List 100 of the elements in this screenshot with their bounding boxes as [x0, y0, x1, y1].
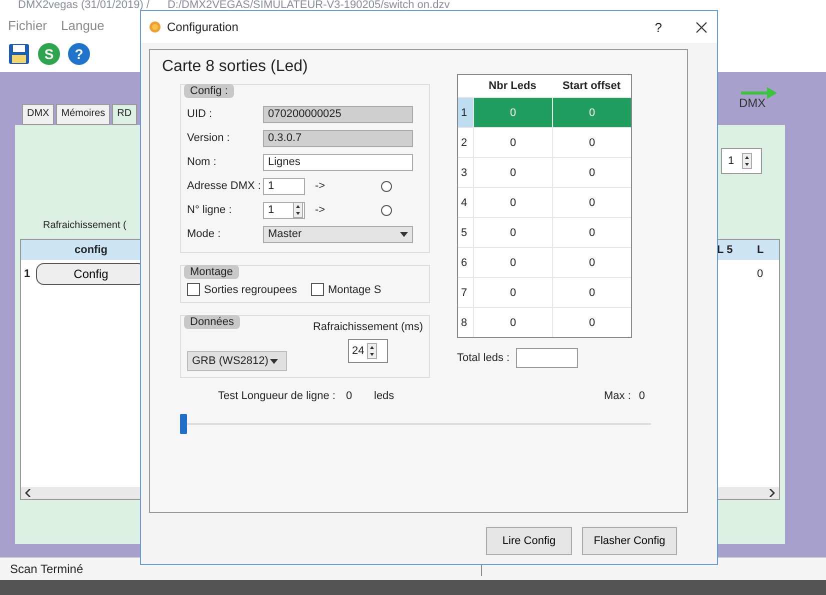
table-cell: 0 — [473, 158, 552, 187]
card-heading: Carte 8 sorties (Led) — [162, 58, 309, 76]
table-row[interactable]: 8 0 0 — [458, 307, 631, 337]
test-label: Test Longueur de ligne : — [218, 390, 336, 402]
readonly-field: 0.3.0.7 — [263, 130, 413, 146]
table-cell: 0 — [552, 308, 631, 337]
table-cell: 0 — [473, 218, 552, 247]
table-row[interactable]: 6 0 0 — [458, 247, 631, 277]
test-value: 0 — [346, 390, 354, 402]
menu-item[interactable]: Langue — [61, 18, 104, 32]
field-label: Nom : — [187, 156, 218, 168]
table-row[interactable]: 1 0 0 — [458, 97, 631, 127]
table-row[interactable]: 5 0 0 — [458, 217, 631, 247]
field-label: Mode : — [187, 228, 222, 240]
column-header: Start offset — [561, 80, 622, 92]
table-cell: 0 — [473, 278, 552, 307]
caret-icon — [400, 232, 408, 236]
row-number: 1 — [458, 98, 473, 127]
refresh-label: Rafraichissement ( — [42, 220, 128, 231]
arrow-text: -> — [315, 204, 326, 216]
help-button[interactable]: ? — [654, 20, 662, 34]
table-row[interactable]: 7 0 0 — [458, 277, 631, 307]
column-header: Nbr Leds — [488, 80, 538, 92]
tab[interactable]: Mémoires — [56, 104, 110, 125]
tab[interactable]: RD — [112, 104, 137, 125]
dialog-button[interactable]: Lire Config — [486, 527, 572, 555]
status-text: Scan Terminé — [10, 562, 84, 576]
spin-box[interactable]: 1 — [263, 202, 305, 218]
total-input[interactable] — [516, 348, 578, 368]
checkbox[interactable] — [310, 283, 324, 296]
max-value: 0 — [638, 390, 646, 402]
field-label: Adresse DMX : — [187, 180, 262, 192]
radio-button[interactable] — [381, 204, 392, 216]
checkbox-label: Montage S — [328, 284, 382, 296]
row-number: 7 — [460, 286, 468, 300]
slider-thumb[interactable] — [180, 414, 187, 434]
row-number: 1 — [23, 268, 32, 280]
close-icon[interactable] — [696, 22, 707, 32]
dialog-button[interactable]: Flasher Config — [582, 527, 677, 555]
checkbox[interactable] — [187, 283, 200, 296]
column-header: config — [74, 244, 108, 256]
table-cell: 0 — [473, 308, 552, 337]
table-cell: 0 — [552, 248, 631, 277]
max-label: Max : — [604, 390, 631, 402]
spin-box[interactable]: 24 — [348, 339, 388, 363]
mode-dropdown[interactable]: Master — [263, 226, 413, 242]
radio-button[interactable] — [381, 180, 392, 192]
scroll-right-icon[interactable] — [769, 489, 775, 497]
menu-item[interactable]: Fichier — [8, 18, 48, 32]
table-row[interactable]: 3 0 0 — [458, 157, 631, 187]
group-title: Config : — [184, 84, 234, 98]
spin-box[interactable]: 1 — [721, 148, 762, 174]
help-icon[interactable]: ? — [68, 43, 90, 65]
table-cell: 0 — [552, 278, 631, 307]
row-number: 3 — [460, 166, 468, 180]
field-label: Version : — [187, 132, 231, 144]
table-row[interactable]: 4 0 0 — [458, 187, 631, 217]
table-cell: 0 — [552, 188, 631, 217]
table-cell: 0 — [552, 158, 631, 187]
scroll-left-icon[interactable] — [25, 489, 31, 497]
table-cell: 0 — [473, 248, 552, 277]
table-cell: 0 — [473, 98, 552, 127]
name-input[interactable]: Lignes — [263, 154, 413, 170]
format-dropdown[interactable]: GRB (WS2812) — [187, 351, 287, 371]
row-number: 4 — [460, 196, 468, 210]
table-row[interactable]: 2 0 0 — [458, 127, 631, 157]
row-number: 8 — [460, 316, 468, 330]
total-label: Total leds : — [457, 352, 510, 364]
spin-arrows-icon[interactable] — [367, 343, 378, 359]
file-path: D:/DMX2VEGAS/SIMULATEUR-V3-190205/switch on.dzv — [167, 0, 450, 13]
row-number: 5 — [460, 226, 468, 240]
caret-icon — [270, 358, 278, 364]
refresh-label: Rafraichissement (ms) — [312, 321, 423, 333]
table-cell: 0 — [552, 98, 631, 127]
table-cell: 0 — [552, 218, 631, 247]
dialog-title: Configuration — [167, 20, 238, 34]
arrow-text: -> — [315, 180, 326, 192]
checkbox-label: Sorties regroupees — [204, 284, 297, 296]
address-input[interactable]: 1 — [263, 178, 305, 194]
group-title: Données — [184, 315, 240, 329]
tab[interactable]: DMX — [22, 104, 54, 125]
column-header: L — [757, 244, 765, 256]
save-icon[interactable] — [8, 43, 30, 65]
sun-icon — [149, 21, 161, 33]
spin-arrows-icon[interactable] — [293, 202, 303, 218]
spin-arrows-icon[interactable] — [742, 153, 752, 169]
app-title: DMX2vegas (31/01/2019) / — [18, 0, 150, 13]
unit-label: leds — [374, 390, 396, 402]
table-cell: 0 — [552, 128, 631, 157]
field-label: N° ligne : — [187, 204, 233, 216]
table-cell: 0 — [473, 188, 552, 217]
field-label: UID : — [187, 108, 214, 120]
row-number: 2 — [460, 136, 468, 150]
group-title: Montage — [184, 265, 239, 279]
row-number: 6 — [460, 256, 468, 270]
table-cell: 0 — [473, 128, 552, 157]
output-label: DMX — [739, 96, 766, 110]
table-cell-text: 0 — [757, 268, 764, 280]
arrow-icon — [739, 86, 779, 100]
readonly-field: 070200000025 — [263, 106, 413, 122]
